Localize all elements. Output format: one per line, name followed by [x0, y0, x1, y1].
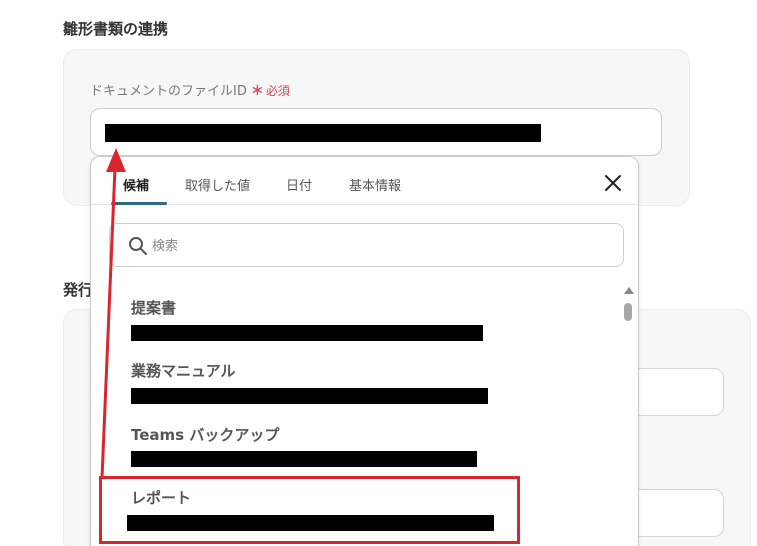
item-name: 業務マニュアル — [131, 362, 236, 380]
required-star: ＊ — [250, 84, 264, 99]
list-item-manual[interactable]: 業務マニュアル — [91, 357, 611, 419]
file-id-label: ドキュメントのファイルID ＊必須 — [90, 80, 290, 99]
redacted-id — [131, 451, 477, 467]
next-section-title: 発行 — [63, 281, 94, 299]
close-button[interactable] — [603, 173, 623, 193]
scroll-thumb[interactable] — [624, 303, 632, 321]
active-tab-underline — [111, 202, 167, 205]
search-input[interactable] — [152, 234, 612, 258]
search-icon — [129, 237, 147, 255]
required-text: 必須 — [265, 84, 290, 98]
close-icon — [605, 175, 621, 191]
redacted-value — [105, 124, 541, 142]
file-id-input[interactable] — [90, 108, 662, 156]
list-item-teams-backup[interactable]: Teams バックアップ — [91, 421, 611, 483]
item-name: 提案書 — [131, 299, 177, 317]
file-id-label-text: ドキュメントのファイルID — [90, 84, 247, 99]
tab-basic-info[interactable]: 基本情報 — [349, 175, 401, 194]
scroll-up-icon[interactable] — [624, 287, 634, 294]
annotation-highlight-box — [99, 476, 520, 544]
item-name: Teams バックアップ — [131, 426, 280, 444]
popover-tabs: 候補 取得した値 日付 基本情報 — [91, 157, 638, 205]
redacted-id — [131, 325, 483, 341]
tab-retrieved-values[interactable]: 取得した値 — [185, 175, 250, 194]
section-title: 雛形書類の連携 — [63, 20, 169, 38]
list-item-proposal[interactable]: 提案書 — [91, 293, 611, 355]
tab-candidates[interactable]: 候補 — [123, 175, 149, 194]
scrollbar[interactable] — [623, 287, 635, 546]
redacted-id — [131, 388, 488, 404]
tab-date[interactable]: 日付 — [286, 175, 312, 194]
search-box[interactable] — [109, 223, 624, 267]
